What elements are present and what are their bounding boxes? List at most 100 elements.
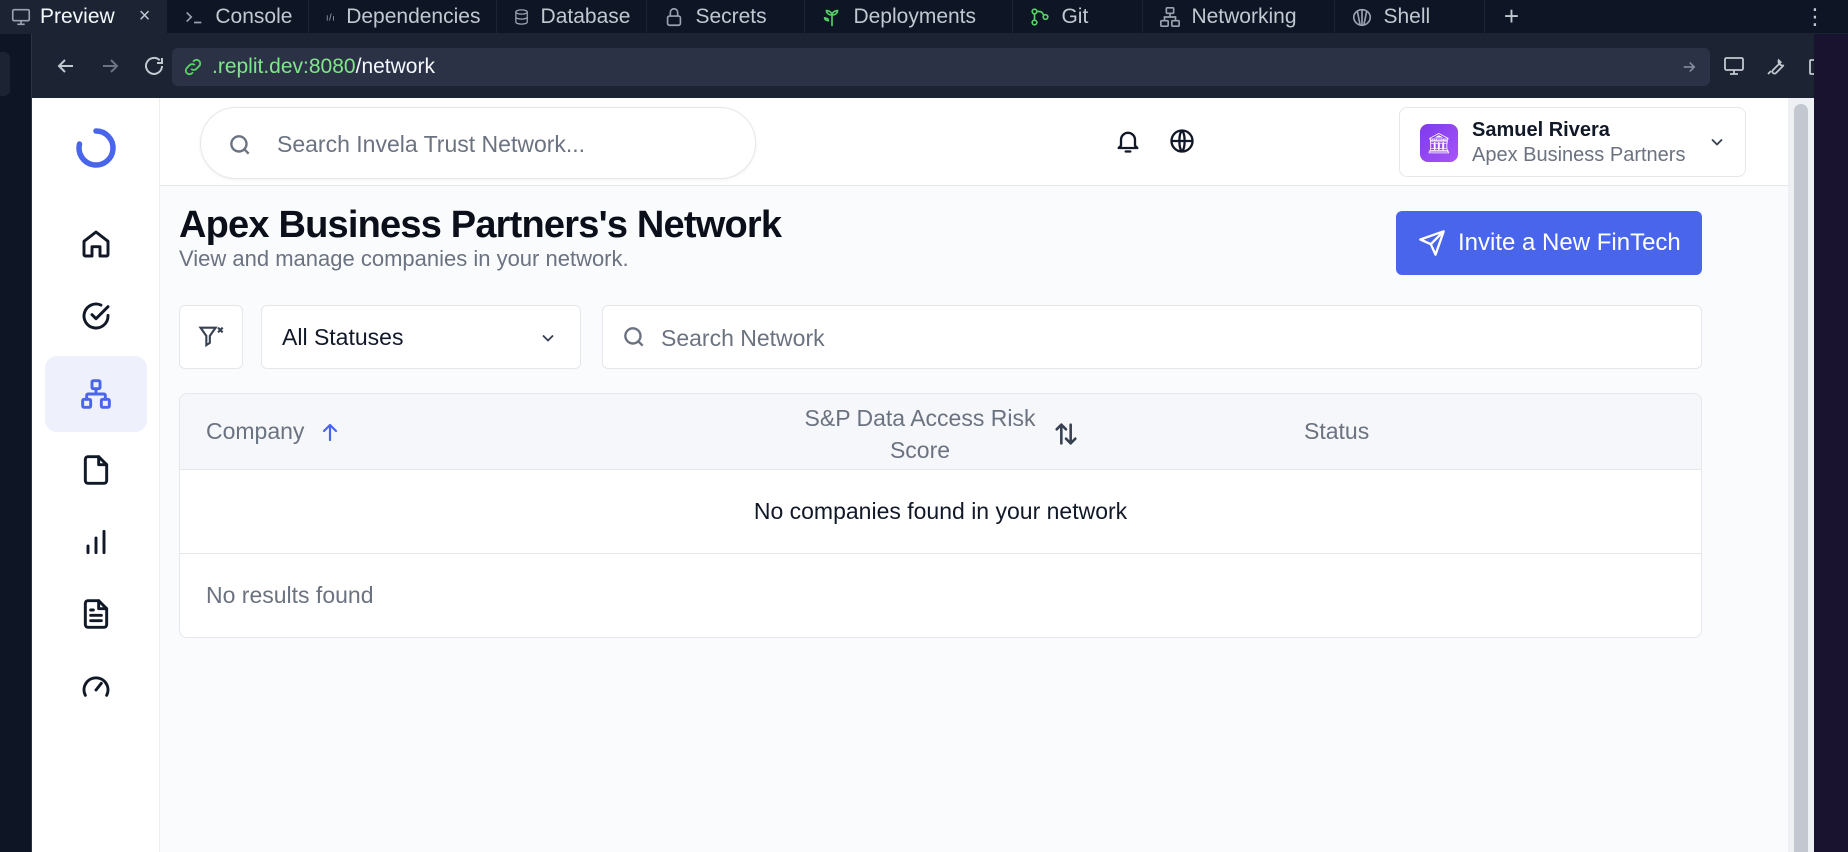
table-header: Company S&P Data Access Risk Score Statu…	[180, 394, 1701, 470]
column-status: Status	[1304, 418, 1369, 445]
bell-icon	[1117, 131, 1139, 153]
tab-preview[interactable]: Preview ×	[0, 0, 168, 34]
user-name: Samuel Rivera	[1472, 119, 1610, 141]
link-icon	[184, 58, 202, 76]
tab-label: Preview	[40, 4, 115, 28]
status-filter-select[interactable]: All Statuses	[261, 305, 581, 369]
sort-toggle-icon	[1055, 423, 1077, 445]
file-icon	[83, 455, 109, 485]
user-organization: Apex Business Partners	[1472, 144, 1686, 166]
tab-secrets[interactable]: Secrets	[647, 0, 806, 34]
shell-icon	[1353, 8, 1372, 26]
tab-shell[interactable]: Shell	[1335, 0, 1486, 34]
deployments-icon	[824, 9, 839, 26]
panel-handle[interactable]	[0, 52, 10, 96]
tab-label: Networking	[1191, 4, 1297, 28]
gauge-icon	[82, 676, 110, 697]
scrollbar[interactable]	[1788, 98, 1814, 852]
app-frame: 🏛 Samuel Rivera Apex Business Partners A…	[32, 98, 1814, 852]
dependencies-icon	[327, 12, 335, 21]
column-company[interactable]: Company	[206, 418, 342, 445]
tab-label: Deployments	[853, 4, 977, 28]
scrollbar-thumb[interactable]	[1794, 104, 1808, 852]
network-icon	[81, 379, 111, 409]
search-icon	[230, 135, 250, 155]
monitor-icon	[11, 8, 31, 25]
close-tab-icon[interactable]: ×	[139, 5, 151, 28]
devtools-wrench-icon[interactable]	[1764, 54, 1788, 78]
clear-filters-button[interactable]	[179, 305, 243, 369]
lock-icon	[667, 7, 682, 26]
page-title: Apex Business Partners's Network	[179, 204, 782, 246]
tab-label: Git	[1061, 4, 1089, 28]
arrow-left-icon	[57, 59, 73, 73]
check-circle-icon	[82, 302, 110, 330]
ide-tab-bar: Preview × Console Dependencies Database …	[0, 0, 1848, 34]
column-label: Status	[1304, 418, 1370, 444]
sort-ascending-icon	[323, 423, 338, 441]
sidebar-item-documents[interactable]	[45, 576, 147, 652]
reload-icon	[145, 56, 163, 75]
devices-icon[interactable]	[1722, 54, 1746, 78]
sidebar-item-network[interactable]	[45, 356, 147, 432]
arrow-right-icon	[103, 59, 119, 73]
top-header: 🏛 Samuel Rivera Apex Business Partners	[160, 98, 1788, 186]
notifications-button[interactable]	[1111, 124, 1145, 158]
column-label: Company	[206, 418, 305, 444]
page-subtitle: View and manage companies in your networ…	[179, 246, 629, 271]
chevron-down-icon	[542, 334, 554, 342]
results-count: No results found	[206, 582, 374, 608]
url-field[interactable]: .replit.dev:8080/network	[172, 48, 1710, 86]
tab-deployments[interactable]: Deployments	[805, 0, 1014, 34]
send-icon	[1419, 230, 1445, 256]
home-icon	[82, 230, 110, 258]
sidebar	[32, 98, 160, 852]
back-button[interactable]	[44, 54, 88, 78]
preview-url-bar: .replit.dev:8080/network	[32, 34, 1827, 98]
reload-button[interactable]	[132, 54, 176, 78]
global-search-input[interactable]	[277, 128, 727, 160]
new-tab-button[interactable]: +	[1485, 0, 1537, 34]
user-menu[interactable]: 🏛 Samuel Rivera Apex Business Partners	[1399, 107, 1746, 177]
network-table: Company S&P Data Access Risk Score Statu…	[179, 393, 1702, 638]
language-button[interactable]	[1165, 124, 1199, 158]
more-options-icon[interactable]: ⋮	[1804, 0, 1826, 34]
company-avatar: 🏛	[1420, 124, 1458, 162]
tab-label: Dependencies	[346, 4, 481, 28]
globe-icon	[1170, 129, 1194, 153]
tab-database[interactable]: Database	[497, 0, 648, 34]
empty-state-row: No companies found in your network	[180, 470, 1701, 554]
tab-git[interactable]: Git	[1013, 0, 1144, 34]
tab-label: Database	[540, 4, 631, 28]
tab-label: Console	[215, 4, 293, 28]
terminal-icon	[186, 11, 202, 23]
column-risk-score[interactable]: S&P Data Access Risk Score	[800, 402, 1100, 466]
sidebar-item-home[interactable]	[45, 206, 147, 282]
go-arrow-icon[interactable]	[1680, 58, 1698, 76]
invela-logo-icon[interactable]	[74, 126, 118, 170]
sidebar-item-files[interactable]	[45, 432, 147, 508]
tab-networking[interactable]: Networking	[1143, 0, 1336, 34]
tab-dependencies[interactable]: Dependencies	[309, 0, 498, 34]
window-edge	[1814, 34, 1848, 852]
search-icon	[624, 327, 644, 347]
status-filter-value: All Statuses	[282, 323, 404, 350]
git-icon	[1031, 7, 1050, 26]
sidebar-item-risk[interactable]	[45, 648, 147, 724]
ide-left-strip	[0, 34, 32, 852]
network-search	[602, 305, 1702, 369]
tab-label: Secrets	[695, 4, 767, 28]
sidebar-item-insights[interactable]	[45, 504, 147, 580]
sidebar-item-tasks[interactable]	[45, 278, 147, 354]
url-path: /network	[355, 55, 435, 78]
url-host: .replit.dev:8080	[212, 55, 356, 78]
forward-button[interactable]	[88, 54, 132, 78]
filter-x-icon	[198, 326, 224, 348]
networking-icon	[1160, 6, 1181, 27]
network-search-input[interactable]	[661, 322, 1661, 354]
tab-console[interactable]: Console	[167, 0, 310, 34]
chevron-down-icon	[1711, 138, 1723, 146]
invite-fintech-button[interactable]: Invite a New FinTech	[1396, 211, 1702, 275]
database-icon	[515, 8, 529, 25]
tab-label: Shell	[1383, 4, 1431, 28]
